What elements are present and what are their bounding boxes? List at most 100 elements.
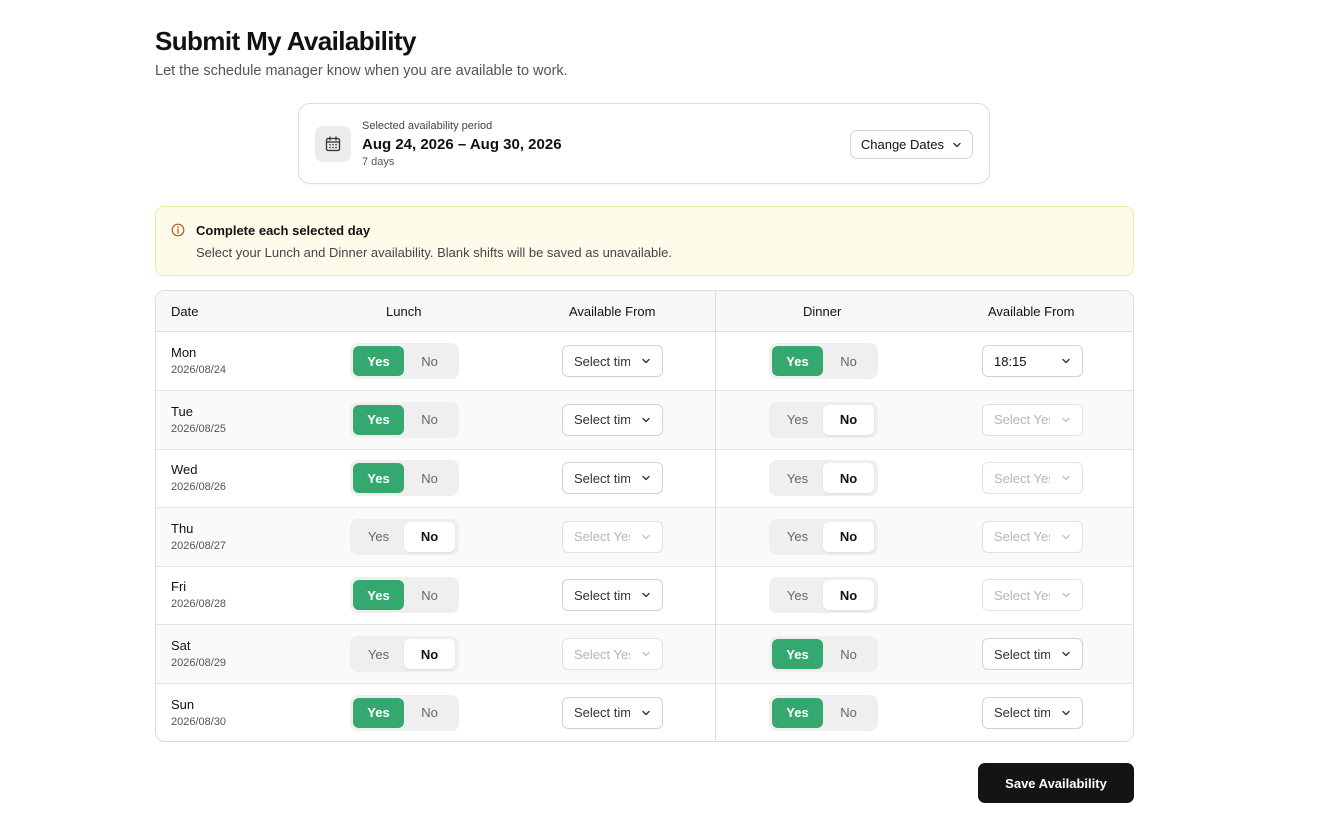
row-day: Thu bbox=[171, 520, 194, 536]
header-dinner: Dinner bbox=[803, 304, 842, 319]
dinner-available-from-value: Select Yes first bbox=[994, 470, 1050, 486]
dinner-available-from-value: Select Yes first bbox=[994, 529, 1050, 545]
lunch-available-from-value: Select time bbox=[574, 412, 630, 428]
change-dates-button[interactable]: Change Dates bbox=[849, 130, 973, 159]
lunch-yes-option[interactable]: Yes bbox=[353, 346, 404, 376]
lunch-available-from-select[interactable]: Select time bbox=[562, 696, 663, 729]
header-lunch: Lunch bbox=[386, 304, 422, 319]
dinner-yes-option[interactable]: Yes bbox=[772, 697, 823, 728]
row-date: 2026/08/27 bbox=[171, 539, 227, 552]
chevron-down-icon bbox=[1062, 593, 1070, 598]
period-label: Selected availability period bbox=[362, 120, 493, 132]
lunch-yes-option[interactable]: Yes bbox=[353, 463, 404, 494]
header-dinner-available-from: Available From bbox=[988, 304, 1075, 319]
dinner-available-from-select: Select Yes first bbox=[982, 462, 1083, 495]
lunch-no-option[interactable]: No bbox=[404, 463, 455, 493]
chevron-down-icon bbox=[953, 142, 961, 147]
lunch-no-option[interactable]: No bbox=[404, 521, 455, 552]
dinner-yes-option[interactable]: Yes bbox=[772, 463, 823, 493]
dinner-no-option[interactable]: No bbox=[823, 404, 874, 435]
dinner-available-from-select: Select Yes first bbox=[982, 579, 1083, 612]
lunch-no-option[interactable]: No bbox=[404, 346, 455, 376]
period-days: 7 days bbox=[362, 156, 395, 168]
table-row: Fri2026/08/28YesNoSelect timeYesNoSelect… bbox=[156, 566, 1133, 626]
lunch-yes-option[interactable]: Yes bbox=[353, 522, 404, 552]
chevron-down-icon bbox=[1062, 651, 1070, 657]
lunch-no-option[interactable]: No bbox=[404, 639, 455, 669]
lunch-available-from-select[interactable]: Select time bbox=[562, 403, 663, 436]
row-date: 2026/08/30 bbox=[171, 715, 227, 728]
lunch-no-option[interactable]: No bbox=[404, 698, 455, 728]
dinner-available-from-select: Select Yes first bbox=[982, 520, 1083, 553]
dinner-no-option[interactable]: No bbox=[823, 346, 874, 376]
lunch-available-from-value: Select Yes first bbox=[574, 646, 630, 662]
change-dates-label: Change Dates bbox=[860, 137, 944, 152]
dinner-yes-option[interactable]: Yes bbox=[772, 580, 823, 610]
dinner-available-from-select[interactable]: Select time bbox=[982, 696, 1083, 729]
lunch-available-from-select[interactable]: Select time bbox=[562, 345, 663, 377]
chevron-down-icon bbox=[642, 358, 650, 364]
lunch-toggle: Yes No bbox=[350, 577, 459, 614]
notice-text: Select your Lunch and Dinner availabilit… bbox=[196, 245, 672, 260]
dinner-no-option[interactable]: No bbox=[823, 463, 874, 494]
lunch-available-from-select[interactable]: Select time bbox=[562, 579, 663, 612]
dinner-yes-option[interactable]: Yes bbox=[772, 346, 823, 376]
chevron-down-icon bbox=[1062, 475, 1070, 481]
lunch-yes-option[interactable]: Yes bbox=[353, 404, 404, 435]
table-row: Sun2026/08/30YesNoSelect timeYesNoSelect… bbox=[156, 684, 1133, 741]
dinner-available-from-select[interactable]: Select time bbox=[982, 638, 1083, 670]
lunch-yes-option[interactable]: Yes bbox=[353, 580, 404, 611]
lunch-yes-option[interactable]: Yes bbox=[353, 639, 404, 669]
lunch-no-option[interactable]: No bbox=[404, 580, 455, 610]
dinner-available-from-select: Select Yes first bbox=[982, 403, 1083, 436]
dinner-no-option[interactable]: No bbox=[823, 698, 874, 728]
table-row: Mon2026/08/24YesNoSelect timeYesNo18:15 bbox=[156, 332, 1133, 391]
dinner-yes-option[interactable]: Yes bbox=[772, 639, 823, 669]
lunch-toggle: Yes No bbox=[350, 343, 459, 379]
save-availability-button[interactable]: Save Availability bbox=[978, 763, 1134, 803]
row-day: Fri bbox=[171, 579, 187, 595]
row-day: Wed bbox=[171, 462, 198, 478]
chevron-down-icon bbox=[1062, 710, 1070, 715]
header-date: Date bbox=[171, 304, 199, 319]
dinner-yes-option[interactable]: Yes bbox=[772, 522, 823, 552]
lunch-toggle: Yes No bbox=[350, 518, 459, 555]
dinner-toggle: Yes No bbox=[769, 577, 878, 614]
lunch-available-from-select: Select Yes first bbox=[562, 638, 663, 670]
lunch-toggle: Yes No bbox=[350, 401, 459, 438]
dinner-no-option[interactable]: No bbox=[823, 580, 874, 611]
lunch-available-from-value: Select time bbox=[574, 353, 630, 369]
chevron-down-icon bbox=[642, 475, 650, 481]
chevron-down-icon bbox=[642, 534, 650, 539]
page-subtitle: Let the schedule manager know when you a… bbox=[155, 63, 568, 79]
lunch-available-from-select[interactable]: Select time bbox=[562, 462, 663, 495]
header-lunch-available-from: Available From bbox=[569, 304, 656, 319]
shift-divider bbox=[715, 291, 716, 741]
availability-period-card: Selected availability period Aug 24, 202… bbox=[298, 103, 990, 184]
table-header: Date Lunch Available From Dinner Availab… bbox=[156, 291, 1133, 332]
table-row: Tue2026/08/25YesNoSelect timeYesNoSelect… bbox=[156, 390, 1133, 450]
page-title: Submit My Availability bbox=[155, 26, 416, 56]
lunch-no-option[interactable]: No bbox=[404, 405, 455, 435]
chevron-down-icon bbox=[642, 651, 650, 657]
lunch-available-from-value: Select time bbox=[574, 470, 630, 486]
dinner-available-from-value: Select time bbox=[994, 646, 1050, 662]
row-date: 2026/08/29 bbox=[171, 657, 227, 669]
chevron-down-icon bbox=[1062, 358, 1070, 364]
table-row: Sat2026/08/29YesNoSelect Yes firstYesNoS… bbox=[156, 625, 1133, 684]
dinner-no-option[interactable]: No bbox=[823, 639, 874, 669]
dinner-toggle: Yes No bbox=[769, 460, 878, 497]
row-day: Mon bbox=[171, 345, 197, 360]
row-date: 2026/08/26 bbox=[171, 481, 227, 494]
dinner-toggle: Yes No bbox=[769, 343, 878, 379]
lunch-toggle: Yes No bbox=[350, 460, 459, 497]
dinner-available-from-select[interactable]: 18:15 bbox=[982, 345, 1083, 377]
period-range: Aug 24, 2026 – Aug 30, 2026 bbox=[362, 136, 562, 153]
dinner-no-option[interactable]: No bbox=[823, 521, 874, 552]
chevron-down-icon bbox=[642, 593, 650, 598]
lunch-yes-option[interactable]: Yes bbox=[353, 697, 404, 728]
dinner-toggle: Yes No bbox=[769, 401, 878, 438]
dinner-available-from-value: Select Yes first bbox=[994, 587, 1050, 603]
row-day: Sun bbox=[171, 696, 195, 712]
dinner-yes-option[interactable]: Yes bbox=[772, 405, 823, 435]
